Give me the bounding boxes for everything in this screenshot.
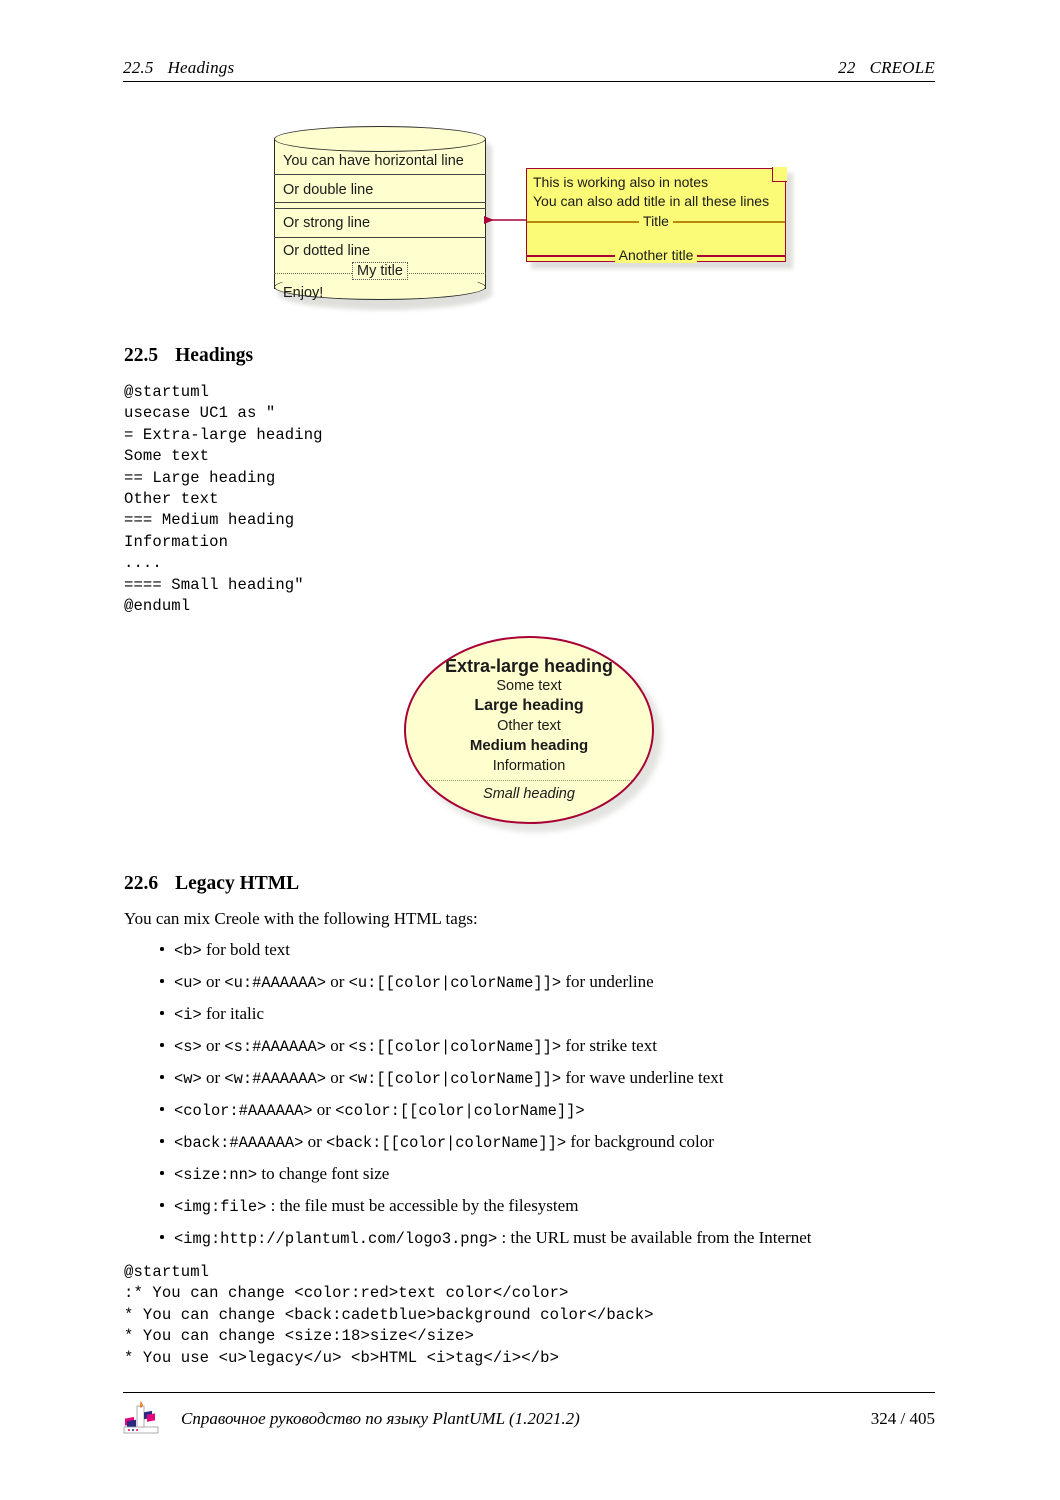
- header-rule: [123, 81, 935, 83]
- text-other: Other text: [497, 718, 561, 734]
- list-item-label: <b> for bold text: [174, 940, 291, 960]
- text-some: Some text: [496, 678, 562, 694]
- bullet-dot-icon: [160, 1235, 164, 1239]
- note-line-2: You can also add title in all these line…: [533, 193, 770, 209]
- running-header: 22.5 Headings 22 CREOLE: [123, 58, 935, 78]
- separator-horizontal-line: [274, 174, 486, 175]
- database-row-label: You can have horizontal line: [283, 153, 464, 169]
- heading-small: Small heading: [483, 786, 575, 802]
- section-title: Headings: [175, 345, 254, 366]
- footer-page-number: 324 / 405: [870, 1409, 935, 1428]
- list-item: <img:http://plantuml.com/logo3.png> : th…: [160, 1228, 920, 1260]
- bullet-dot-icon: [160, 1203, 164, 1207]
- database-row: Enjoy!: [274, 280, 486, 306]
- list-item-label: <s> or <s:#AAAAAA> or <s:[[color|colorNa…: [174, 1036, 657, 1056]
- bullet-dot-icon: [160, 1043, 164, 1047]
- note-spacer: [527, 231, 785, 245]
- list-item-label: <u> or <u:#AAAAAA> or <u:[[color|colorNa…: [174, 972, 654, 992]
- note-title-separator-1: Title: [527, 211, 785, 231]
- list-item-label: <color:#AAAAAA> or <color:[[color|colorN…: [174, 1100, 585, 1120]
- list-item-label: <img:file> : the file must be accessible…: [174, 1196, 579, 1216]
- header-left-group: 22.5 Headings: [123, 58, 234, 78]
- document-page: 22.5 Headings 22 CREOLE You can have hor…: [0, 0, 1060, 1500]
- usecase-ellipse: Extra-large heading Some text Large head…: [404, 636, 654, 824]
- heading-medium: Medium heading: [469, 737, 589, 754]
- bullet-dot-icon: [160, 1139, 164, 1143]
- note-title-1: Title: [639, 213, 673, 229]
- note-fold-icon: [771, 167, 787, 183]
- header-section-title: Headings: [167, 58, 235, 77]
- page-footer: Справочное руководство по языку PlantUML…: [123, 1400, 935, 1440]
- list-item: <b> for bold text: [160, 940, 920, 972]
- list-item-label: <i> for italic: [174, 1004, 265, 1024]
- bullet-dot-icon: [160, 979, 164, 983]
- database-row-label: Or double line: [283, 182, 374, 198]
- note-connector-line: [484, 215, 530, 225]
- list-item-label: <w> or <w:#AAAAAA> or <w:[[color|colorNa…: [174, 1068, 724, 1088]
- list-item: <back:#AAAAAA> or <back:[[color|colorNam…: [160, 1132, 920, 1164]
- database-row-label: Enjoy!: [283, 285, 324, 301]
- database-rows: You can have horizontal line Or double l…: [274, 148, 486, 306]
- header-right-group: 22 CREOLE: [838, 58, 935, 78]
- header-section-number: 22.5: [123, 58, 154, 77]
- section-title: Legacy HTML: [175, 873, 300, 894]
- list-item: <u> or <u:#AAAAAA> or <u:[[color|colorNa…: [160, 972, 920, 1004]
- bullet-dot-icon: [160, 1171, 164, 1175]
- header-chapter-title: CREOLE: [869, 58, 935, 77]
- html-tags-list: <b> for bold text <u> or <u:#AAAAAA> or <…: [160, 940, 920, 1260]
- bullet-dot-icon: [160, 947, 164, 951]
- footer-document-title: Справочное руководство по языку PlantUML…: [181, 1409, 580, 1428]
- bullet-dot-icon: [160, 1107, 164, 1111]
- section-number: 22.5: [124, 345, 159, 366]
- database-row: You can have horizontal line: [274, 148, 486, 175]
- database-shape: You can have horizontal line Or double l…: [274, 126, 486, 302]
- separator-strong-line: [274, 237, 486, 238]
- note-title-2: Another title: [614, 247, 698, 263]
- note-shape: This is working also in notes You can al…: [526, 167, 787, 265]
- note-line-1: This is working also in notes: [533, 174, 709, 190]
- list-item: <color:#AAAAAA> or <color:[[color|colorN…: [160, 1100, 920, 1132]
- list-item-label: <back:#AAAAAA> or <back:[[color|colorNam…: [174, 1132, 714, 1152]
- separator-dotted-line: [414, 780, 644, 781]
- heading-large: Large heading: [474, 697, 584, 714]
- section-heading-headings: 22.5 Headings: [124, 345, 253, 367]
- list-item-label: <img:http://plantuml.com/logo3.png> : th…: [174, 1228, 812, 1248]
- database-row: Or double line: [274, 177, 486, 209]
- code-block-headings: @startuml usecase UC1 as " = Extra-large…: [124, 383, 323, 616]
- list-item: <i> for italic: [160, 1004, 920, 1036]
- database-note-diagram: You can have horizontal line Or double l…: [270, 122, 800, 312]
- list-item-label: <size:nn> to change font size: [174, 1164, 390, 1184]
- intro-paragraph: You can mix Creole with the following HT…: [124, 909, 478, 928]
- header-chapter-number: 22: [838, 58, 856, 77]
- code-block-legacy: @startuml :* You can change <color:red>t…: [124, 1263, 654, 1367]
- list-item: <s> or <s:#AAAAAA> or <s:[[color|colorNa…: [160, 1036, 920, 1068]
- bullet-dot-icon: [160, 1011, 164, 1015]
- database-row: Or dotted line My title: [274, 240, 486, 280]
- separator-double-line: [274, 202, 486, 209]
- usecase-ellipse-diagram: Extra-large heading Some text Large head…: [400, 632, 670, 840]
- database-inline-title: My title: [352, 262, 408, 280]
- text-information: Information: [492, 758, 566, 774]
- database-row-label: Or dotted line: [283, 243, 371, 259]
- section-number: 22.6: [124, 873, 159, 894]
- database-row: Or strong line: [274, 210, 486, 238]
- list-item: <img:file> : the file must be accessible…: [160, 1196, 920, 1228]
- bullet-dot-icon: [160, 1075, 164, 1079]
- footer-rule: [123, 1392, 935, 1394]
- note-title-separator-2: Another title: [527, 245, 785, 265]
- heading-extra-large: Extra-large heading: [444, 656, 614, 676]
- section-heading-legacy-html: 22.6 Legacy HTML: [124, 873, 299, 895]
- database-row-label: Or strong line: [283, 215, 371, 231]
- list-item: <size:nn> to change font size: [160, 1164, 920, 1196]
- plantuml-logo-icon: [123, 1400, 165, 1438]
- list-item: <w> or <w:#AAAAAA> or <w:[[color|colorNa…: [160, 1068, 920, 1100]
